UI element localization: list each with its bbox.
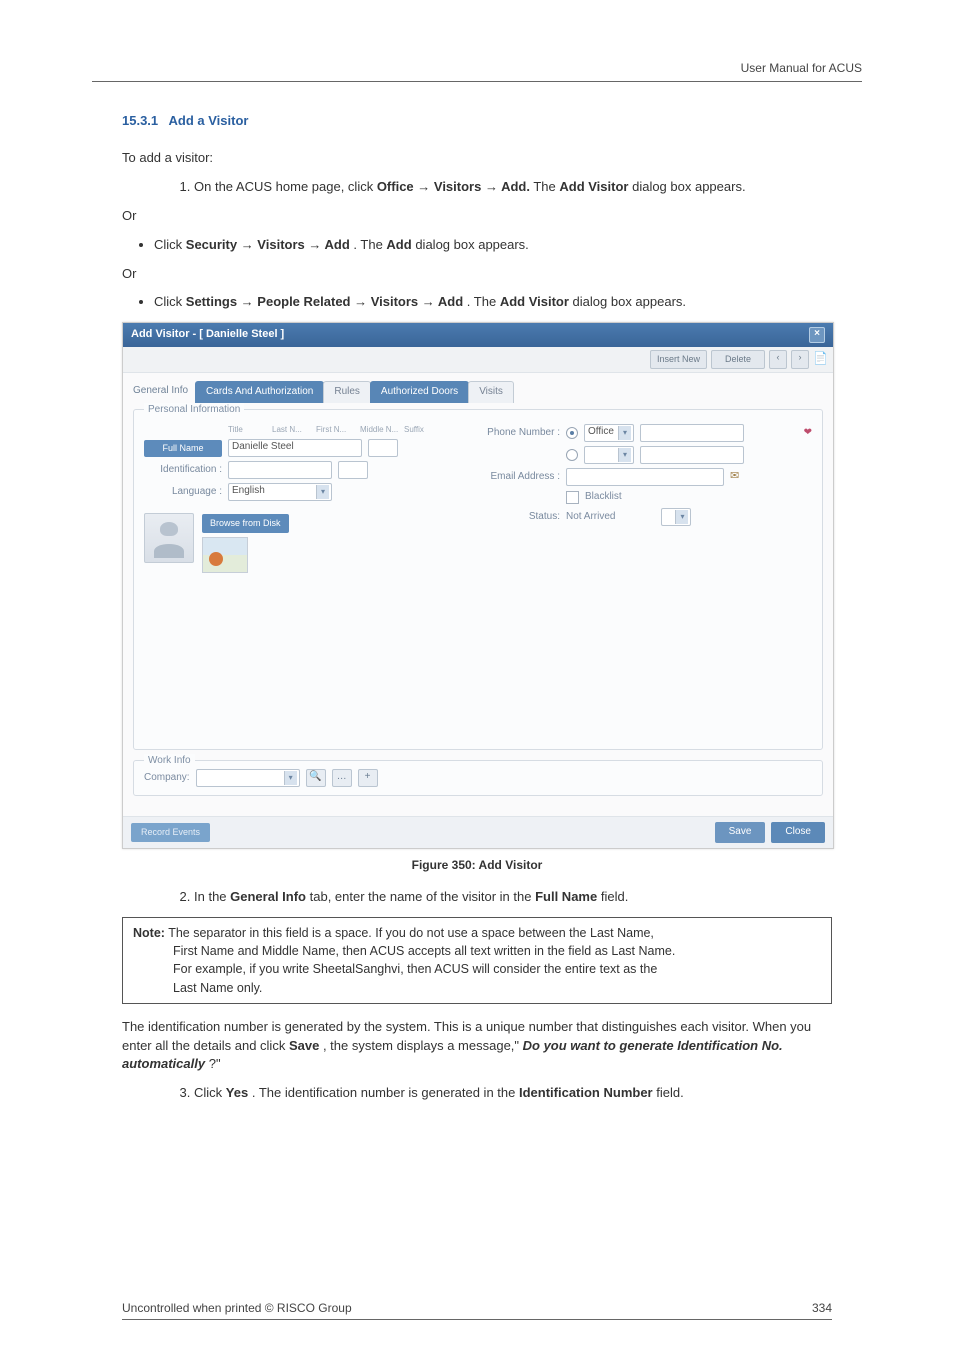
identification-label: Identification : (144, 463, 222, 478)
phone-type-radio-2[interactable] (566, 449, 578, 461)
tab-visits[interactable]: Visits (468, 381, 514, 403)
dialog-tabs: General Info Cards And Authorization Rul… (133, 381, 823, 403)
add-visitor-dialog: Add Visitor - [ Danielle Steel ] × Inser… (122, 322, 834, 849)
toolbar-insert-new-button[interactable]: Insert New (650, 350, 707, 369)
record-events-button[interactable]: Record Events (131, 823, 210, 842)
dialog-titlebar[interactable]: Add Visitor - [ Danielle Steel ] × (123, 323, 833, 347)
phone-type-dropdown-2[interactable] (584, 446, 634, 464)
dialog-toolbar: Insert New Delete ‹ › 📄 (123, 347, 833, 373)
footer-page-number: 334 (812, 1300, 832, 1317)
note-box: Note: The separator in this field is a s… (122, 917, 832, 1004)
or-separator-1: Or (122, 207, 832, 226)
status-aux-dropdown[interactable] (661, 508, 691, 526)
full-name-field[interactable]: Danielle Steel (228, 439, 362, 457)
step-2: In the General Info tab, enter the name … (194, 888, 832, 907)
dialog-title: Add Visitor - [ Danielle Steel ] (131, 327, 284, 343)
after-note-paragraph: The identification number is generated b… (122, 1018, 832, 1075)
section-heading: 15.3.1 Add a Visitor (122, 112, 832, 131)
company-search-button[interactable]: 🔍 (306, 769, 326, 787)
page-header-right: User Manual for ACUS (92, 60, 862, 82)
heading-title: Add a Visitor (169, 113, 249, 128)
phone-number-field-1[interactable] (640, 424, 744, 442)
save-button[interactable]: Save (715, 822, 766, 843)
close-button[interactable]: Close (771, 822, 825, 843)
heading-number: 15.3.1 (122, 113, 158, 128)
work-info-section: Work Info Company: 🔍 … + (133, 760, 823, 796)
or-separator-2: Or (122, 265, 832, 284)
phone-type-dropdown-1[interactable]: Office (584, 424, 634, 442)
bullet-1: Click Security → Visitors → Add . The Ad… (154, 236, 832, 255)
language-dropdown[interactable]: English (228, 483, 332, 501)
phone-number-field-2[interactable] (640, 446, 744, 464)
identification-aux-field[interactable] (338, 461, 368, 479)
close-icon[interactable]: × (809, 327, 825, 343)
phone-type-radio-1[interactable] (566, 427, 578, 439)
tab-auth-doors[interactable]: Authorized Doors (370, 381, 469, 403)
bullet-2: Click Settings → People Related → Visito… (154, 293, 832, 312)
suffix-field[interactable] (368, 439, 398, 457)
step-3: Click Yes . The identification number is… (194, 1084, 832, 1103)
dialog-footer: Record Events Save Close (123, 816, 833, 848)
company-label: Company: (144, 771, 190, 786)
phone-number-label: Phone Number : (474, 426, 560, 441)
photo-thumbnail[interactable] (202, 537, 248, 573)
company-add-button[interactable]: + (358, 769, 378, 787)
status-label: Status: (474, 510, 560, 525)
personal-info-section: Personal Information Title Last N... Fir… (133, 409, 823, 751)
toolbar-delete-button[interactable]: Delete (711, 350, 765, 369)
company-clear-button[interactable]: … (332, 769, 352, 787)
footer-left: Uncontrolled when printed © RISCO Group (122, 1300, 352, 1317)
blacklist-checkbox[interactable] (566, 491, 579, 504)
personal-info-legend: Personal Information (144, 403, 244, 418)
browse-from-disk-button[interactable]: Browse from Disk (202, 514, 289, 533)
work-info-legend: Work Info (144, 754, 195, 769)
section-spacer (144, 573, 812, 733)
status-value: Not Arrived (566, 510, 615, 525)
favorite-icon[interactable]: ❤ (804, 426, 812, 441)
figure-caption: Figure 350: Add Visitor (122, 857, 832, 874)
company-dropdown[interactable] (196, 769, 300, 787)
tab-general-info[interactable]: General Info (133, 381, 196, 403)
mail-icon[interactable]: ✉ (730, 469, 739, 485)
blacklist-label: Blacklist (585, 490, 622, 505)
tab-cards-auth[interactable]: Cards And Authorization (195, 381, 324, 403)
tab-rules[interactable]: Rules (323, 381, 371, 403)
name-tiny-headers: Title Last N... First N... Middle N... S… (228, 424, 454, 436)
toolbar-prev-button[interactable]: ‹ (769, 350, 787, 369)
toolbar-next-button[interactable]: › (791, 350, 809, 369)
email-address-label: Email Address : (474, 470, 560, 485)
step-1: On the ACUS home page, click Office → Vi… (194, 178, 832, 197)
avatar-placeholder (144, 513, 194, 563)
note-label: Note: (133, 926, 165, 940)
full-name-button[interactable]: Full Name (144, 440, 222, 457)
step1-path: Office → Visitors → Add. (377, 179, 530, 194)
intro-text: To add a visitor: (122, 149, 832, 168)
toolbar-report-icon[interactable]: 📄 (813, 350, 827, 364)
identification-field[interactable] (228, 461, 332, 479)
email-field[interactable] (566, 468, 724, 486)
language-label: Language : (144, 485, 222, 500)
